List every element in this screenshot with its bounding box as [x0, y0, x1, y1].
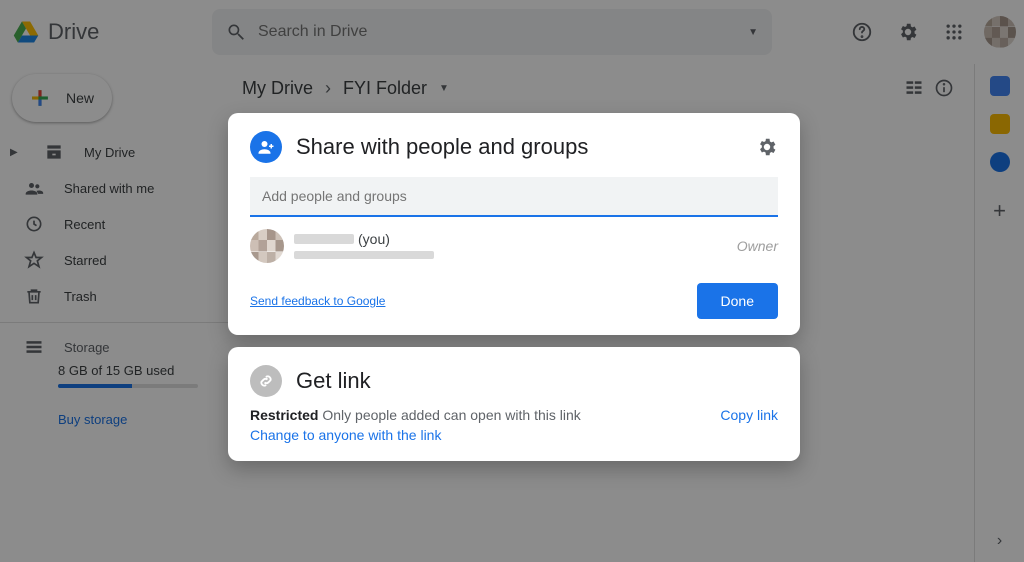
- restricted-text: Restricted Only people added can open wi…: [250, 407, 581, 423]
- owner-avatar: [250, 229, 284, 263]
- done-button[interactable]: Done: [697, 283, 778, 319]
- change-access-link[interactable]: Change to anyone with the link: [250, 427, 441, 443]
- owner-row: (you) Owner: [250, 229, 778, 263]
- owner-role: Owner: [737, 238, 778, 254]
- share-title: Share with people and groups: [296, 134, 588, 160]
- share-card: Share with people and groups (you) Owner…: [228, 113, 800, 335]
- owner-name-redacted: [294, 234, 354, 244]
- share-dialog: Share with people and groups (you) Owner…: [228, 113, 800, 473]
- copy-link-button[interactable]: Copy link: [720, 407, 778, 423]
- share-settings-icon[interactable]: [756, 136, 778, 158]
- getlink-title: Get link: [296, 368, 371, 394]
- link-icon: [250, 365, 282, 397]
- add-people-input[interactable]: [262, 188, 766, 204]
- owner-you: (you): [358, 231, 390, 247]
- getlink-header: Get link: [250, 365, 778, 397]
- getlink-card: Get link Restricted Only people added ca…: [228, 347, 800, 461]
- person-add-icon: [250, 131, 282, 163]
- add-people-field[interactable]: [250, 177, 778, 217]
- owner-email-redacted: [294, 251, 434, 259]
- send-feedback-link[interactable]: Send feedback to Google: [250, 294, 385, 308]
- share-footer: Send feedback to Google Done: [250, 283, 778, 319]
- getlink-body: Restricted Only people added can open wi…: [250, 407, 778, 445]
- share-header: Share with people and groups: [250, 131, 778, 163]
- owner-info: (you): [294, 231, 434, 262]
